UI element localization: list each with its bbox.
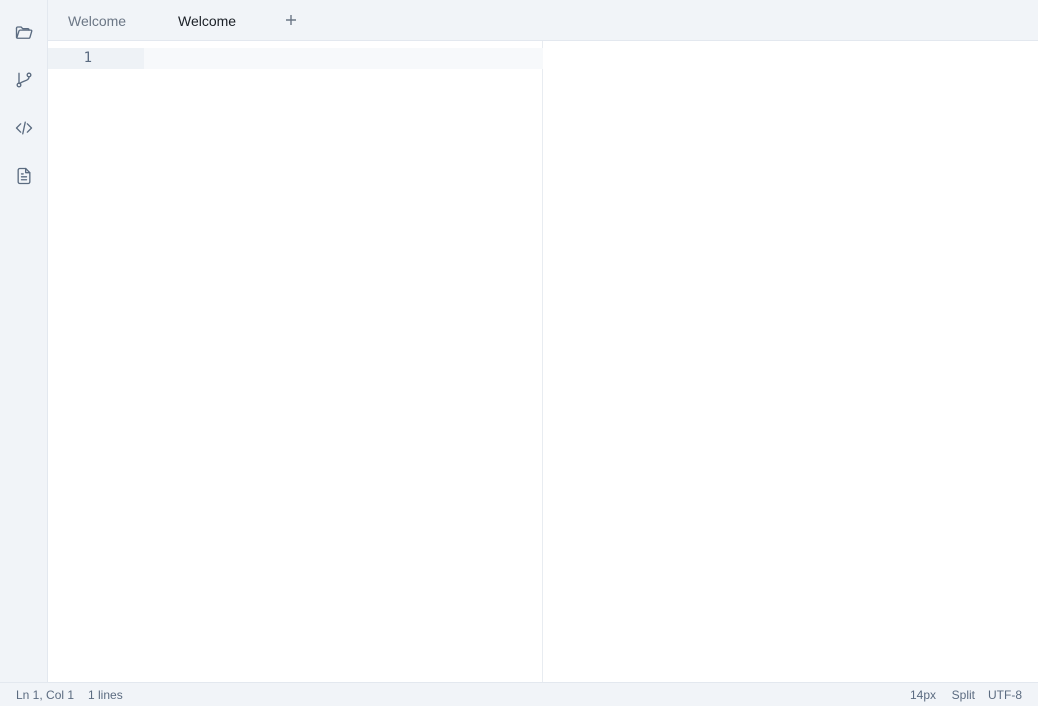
tab-bar: Welcome Welcome [48, 0, 1038, 41]
encoding-indicator[interactable]: UTF-8 [988, 683, 1022, 706]
code-button[interactable] [4, 108, 44, 148]
new-tab-button[interactable] [280, 8, 302, 32]
status-bar: Ln 1, Col 1 1 lines 14px Split UTF-8 [0, 682, 1038, 706]
active-line: 1 [48, 48, 543, 69]
code-line[interactable] [144, 48, 543, 69]
layout-mode-toggle[interactable]: Split [952, 683, 975, 706]
line-gutter: 1 [48, 48, 144, 69]
editor-pane[interactable]: 1 [48, 41, 543, 682]
font-size-indicator[interactable]: 14px [910, 683, 936, 706]
tab-label: Welcome [68, 12, 127, 29]
tab-welcome-active[interactable]: Welcome [178, 0, 236, 41]
cursor-position[interactable]: Ln 1, Col 1 [16, 683, 74, 706]
tab-label: Welcome [178, 12, 237, 29]
preview-pane [544, 41, 1038, 682]
source-control-button[interactable] [4, 60, 44, 100]
explorer-button[interactable] [4, 12, 44, 52]
git-branch-icon [16, 72, 32, 88]
code-icon [15, 121, 33, 135]
plus-icon [286, 15, 296, 25]
activity-bar [0, 0, 48, 682]
editor-app: Welcome Welcome 1 Ln 1, Col 1 1 lines 14… [0, 0, 1038, 706]
folder-open-icon [15, 26, 33, 39]
document-button[interactable] [4, 156, 44, 196]
tab-welcome[interactable]: Welcome [68, 0, 126, 41]
document-icon [17, 167, 31, 185]
line-number: 1 [83, 50, 92, 66]
line-count: 1 lines [88, 688, 123, 702]
